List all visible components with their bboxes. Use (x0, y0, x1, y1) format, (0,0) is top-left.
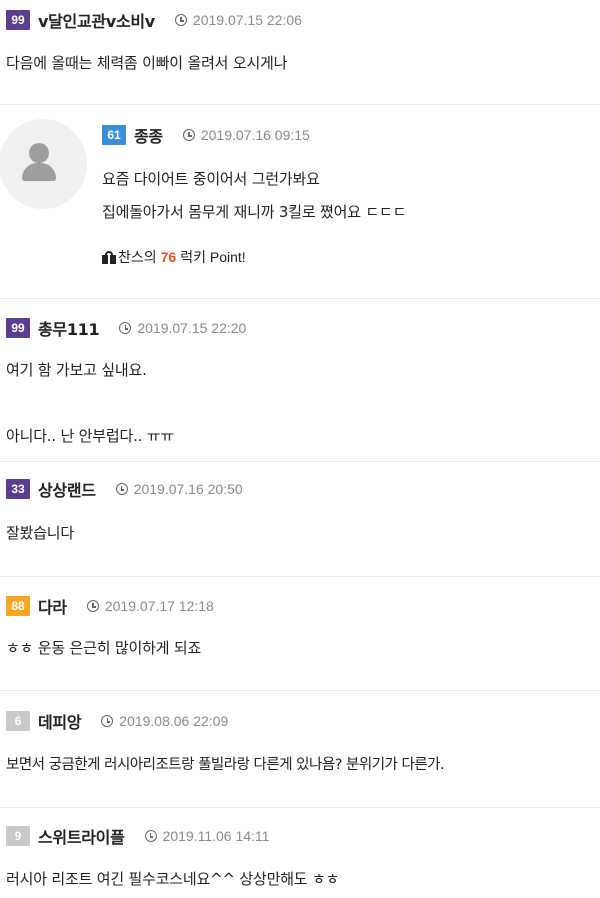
clock-icon (119, 322, 132, 334)
timestamp-text: 2019.07.17 12:18 (104, 598, 214, 614)
user-icon-head (29, 143, 49, 163)
timestamp-text: 2019.11.06 14:11 (162, 828, 270, 844)
timestamp: 2019.07.16 09:15 (182, 127, 310, 143)
lucky-prefix: 찬스의 (118, 249, 157, 265)
comment-header: 61 종종 2019.07.16 09:15 (102, 123, 310, 147)
comment-item: 99 총무111 2019.07.15 22:20 여기 함 가보고 싶내요. … (0, 299, 600, 462)
level-badge: 99 (6, 318, 30, 338)
timestamp-text: 2019.07.16 09:15 (200, 127, 310, 143)
timestamp: 2019.07.16 20:50 (115, 481, 243, 497)
timestamp-text: 2019.07.16 20:50 (133, 481, 243, 497)
comment-text: ㅎㅎ 운동 은근히 많이하게 되죠 (6, 639, 202, 657)
comment-item: 6 데피앙 2019.08.06 22:09 보면서 궁금한게 러시아리조트랑 … (0, 691, 600, 808)
comment-text-line: 요즘 다이어트 중이어서 그런가봐요 (102, 170, 320, 188)
comment-text: 러시아 리조트 여긴 필수코스네요^^ 상상만해도 ㅎㅎ (6, 870, 340, 888)
clock-icon (115, 483, 128, 495)
timestamp: 2019.07.17 12:18 (86, 598, 214, 614)
comment-header: 6 데피앙 2019.08.06 22:09 (6, 709, 228, 733)
author-name[interactable]: 종종 (134, 123, 163, 147)
timestamp-text: 2019.08.06 22:09 (119, 713, 229, 729)
clock-icon (86, 600, 99, 612)
comment-text: 잘봤습니다 (6, 524, 75, 542)
timestamp: 2019.11.06 14:11 (144, 828, 270, 844)
comment-text-line: 여기 함 가보고 싶내요. (6, 361, 147, 379)
comment-item: 9 스위트라이플 2019.11.06 14:11 러시아 리조트 여긴 필수코… (0, 808, 600, 898)
lucky-number: 76 (160, 249, 177, 265)
comment-header: 88 다라 2019.07.17 12:18 (6, 594, 214, 618)
clock-icon (182, 129, 195, 141)
lucky-suffix: 럭키 Point! (180, 249, 246, 265)
timestamp: 2019.07.15 22:06 (174, 12, 302, 28)
author-name[interactable]: v달인교관v소비v (38, 8, 155, 32)
comment-header: 33 상상랜드 2019.07.16 20:50 (6, 477, 243, 501)
author-name[interactable]: 상상랜드 (38, 477, 96, 501)
gift-icon (102, 250, 116, 264)
author-name[interactable]: 스위트라이플 (38, 824, 125, 848)
comment-text-line: 아니다.. 난 안부럽다.. ㅠㅠ (6, 427, 174, 445)
clock-icon (101, 715, 114, 727)
author-name[interactable]: 데피앙 (38, 709, 82, 733)
level-badge: 6 (6, 711, 30, 731)
author-name[interactable]: 다라 (38, 594, 67, 618)
clock-icon (144, 830, 157, 842)
timestamp-text: 2019.07.15 22:06 (192, 12, 302, 28)
avatar (0, 119, 87, 209)
lucky-point: 찬스의 76 럭키 Point! (102, 247, 246, 267)
timestamp-text: 2019.07.15 22:20 (137, 320, 247, 336)
level-badge: 33 (6, 479, 30, 499)
level-badge: 9 (6, 826, 30, 846)
reply-item: 61 종종 2019.07.16 09:15 요즘 다이어트 중이어서 그런가봐… (0, 105, 600, 299)
comment-header: 99 v달인교관v소비v 2019.07.15 22:06 (6, 8, 302, 32)
clock-icon (174, 14, 187, 26)
author-name[interactable]: 총무111 (38, 316, 100, 340)
comment-text: 보면서 궁금한게 러시아리조트랑 풀빌라랑 다른게 있나욤? 분위기가 다른가. (6, 757, 445, 773)
level-badge: 61 (102, 125, 126, 145)
comment-item: 99 v달인교관v소비v 2019.07.15 22:06 다음에 올때는 체력… (0, 0, 600, 105)
comment-item: 33 상상랜드 2019.07.16 20:50 잘봤습니다 (0, 462, 600, 577)
comment-header: 99 총무111 2019.07.15 22:20 (6, 316, 246, 340)
timestamp: 2019.08.06 22:09 (101, 713, 228, 729)
user-icon-body (22, 163, 56, 181)
timestamp: 2019.07.15 22:20 (119, 320, 246, 336)
comment-header: 9 스위트라이플 2019.11.06 14:11 (6, 824, 269, 848)
comment-item: 88 다라 2019.07.17 12:18 ㅎㅎ 운동 은근히 많이하게 되죠 (0, 577, 600, 691)
comment-text-line: 집에돌아가서 몸무게 재니까 3킬로 쪘어요 ㄷㄷㄷ (102, 203, 407, 221)
comment-text: 다음에 올때는 체력좀 이빠이 올려서 오시게나 (6, 54, 288, 72)
level-badge: 99 (6, 10, 30, 30)
level-badge: 88 (6, 596, 30, 616)
